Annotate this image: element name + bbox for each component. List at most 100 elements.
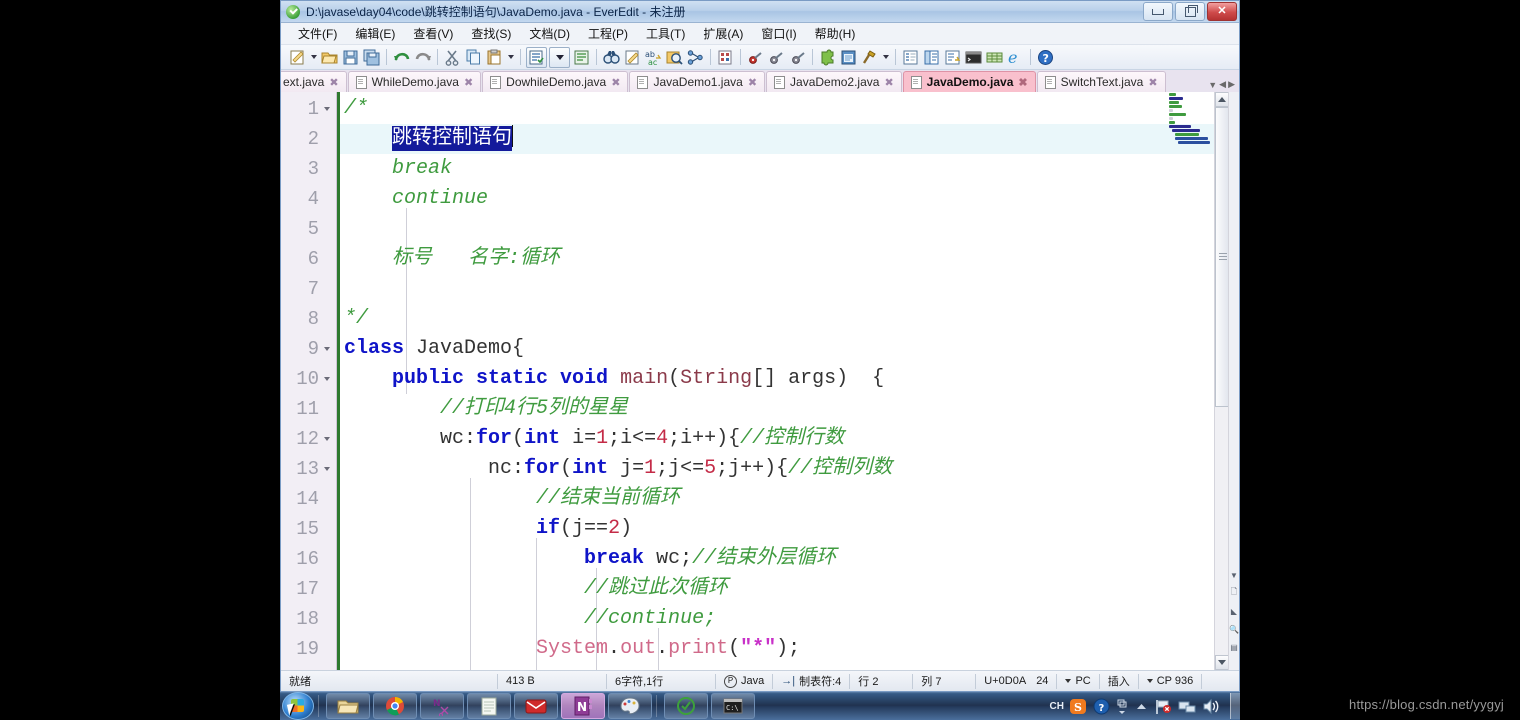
- code-line-9[interactable]: class JavaDemo{: [340, 334, 1239, 364]
- help-icon[interactable]: ?: [1093, 698, 1110, 715]
- code-canvas[interactable]: /* 跳转控制语句 break continue 标号 名字:循环 */ cla…: [340, 92, 1239, 670]
- menu-project[interactable]: 工程(P): [579, 23, 637, 44]
- menu-edit[interactable]: 编辑(E): [346, 23, 404, 44]
- tab-close-icon[interactable]: ✖: [329, 76, 338, 89]
- list-view-icon[interactable]: [526, 46, 547, 68]
- show-hidden-icon[interactable]: [1116, 698, 1129, 715]
- code-line-16[interactable]: break wc;//结束外层循环: [340, 544, 1239, 574]
- tab-close-icon[interactable]: ✖: [464, 76, 473, 89]
- menu-window[interactable]: 窗口(I): [752, 23, 805, 44]
- paste-icon[interactable]: [485, 48, 504, 67]
- tab-ext-java[interactable]: ext.java ✖: [281, 71, 347, 92]
- scroll-down-arrow-icon[interactable]: [1215, 655, 1229, 670]
- taskbar-paint[interactable]: [608, 693, 652, 719]
- sogou-icon[interactable]: S: [1070, 698, 1087, 715]
- show-hidden-arrow-icon[interactable]: [1135, 698, 1148, 715]
- project-panel-icon[interactable]: [922, 48, 941, 67]
- scrollbar-thumb[interactable]: [1215, 107, 1229, 407]
- rail-search-icon[interactable]: 🔍: [1229, 620, 1239, 638]
- menu-help[interactable]: 帮助(H): [806, 23, 865, 44]
- tab-close-icon[interactable]: ✖: [1148, 76, 1157, 89]
- plugin-puzzle-icon[interactable]: [818, 48, 837, 67]
- code-line-18[interactable]: //continue;: [340, 604, 1239, 634]
- tab-dowhiledemo-java[interactable]: DowhileDemo.java ✖: [482, 71, 629, 92]
- build-caret-icon[interactable]: [880, 48, 891, 67]
- wrap-text-icon[interactable]: [572, 48, 591, 67]
- taskbar-everedit[interactable]: [664, 693, 708, 719]
- code-line-4[interactable]: continue: [340, 184, 1239, 214]
- redo-icon[interactable]: [413, 48, 432, 67]
- code-line-13[interactable]: nc:for(int j=1;j<=5;j++){//控制列数: [340, 454, 1239, 484]
- tab-javademo2-java[interactable]: JavaDemo2.java ✖: [766, 71, 902, 92]
- status-tab-width[interactable]: →| 制表符:4: [773, 672, 849, 690]
- cut-icon[interactable]: [443, 48, 462, 67]
- rail-caret-icon[interactable]: ▼: [1229, 566, 1239, 584]
- taskbar-mail[interactable]: [514, 693, 558, 719]
- close-button[interactable]: ✕: [1207, 2, 1237, 21]
- taskbar-onenote-clip[interactable]: N: [420, 693, 464, 719]
- browser-icon[interactable]: e: [1006, 48, 1025, 67]
- tab-close-icon[interactable]: ✖: [884, 76, 893, 89]
- code-line-3[interactable]: break: [340, 154, 1239, 184]
- code-line-2[interactable]: 跳转控制语句: [340, 124, 1239, 154]
- menu-extensions[interactable]: 扩展(A): [694, 23, 752, 44]
- code-line-10[interactable]: public static void main(String[] args) {: [340, 364, 1239, 394]
- find-in-files-icon[interactable]: [665, 48, 684, 67]
- code-line-8[interactable]: */: [340, 304, 1239, 334]
- status-insert-mode[interactable]: 插入: [1100, 672, 1138, 690]
- output-panel-icon[interactable]: [943, 48, 962, 67]
- console-icon[interactable]: [964, 48, 983, 67]
- action-center-icon[interactable]: [1154, 698, 1172, 715]
- save-all-icon[interactable]: [362, 48, 381, 67]
- tab-whiledemo-java[interactable]: WhileDemo.java ✖: [347, 71, 482, 92]
- taskbar-explorer[interactable]: [326, 693, 370, 719]
- code-line-12[interactable]: wc:for(int i=1;i<=4;i++){//控制行数: [340, 424, 1239, 454]
- vertical-scrollbar[interactable]: [1214, 92, 1229, 670]
- menu-tools[interactable]: 工具(T): [637, 23, 694, 44]
- code-line-11[interactable]: //打印4行5列的星星: [340, 394, 1239, 424]
- menu-search[interactable]: 查找(S): [462, 23, 520, 44]
- fold-toggle-icon[interactable]: [321, 347, 333, 351]
- volume-icon[interactable]: [1202, 698, 1220, 715]
- code-line-1[interactable]: /*: [340, 94, 1239, 124]
- taskbar-cmd[interactable]: C:\: [711, 693, 755, 719]
- status-language[interactable]: P Java: [716, 672, 772, 690]
- taskbar-onenote[interactable]: N: [561, 693, 605, 719]
- rail-list-icon[interactable]: ▤: [1229, 638, 1239, 656]
- tab-list-icon[interactable]: ▼: [1208, 80, 1217, 90]
- tab-close-icon[interactable]: ✖: [611, 76, 620, 89]
- maximize-button[interactable]: [1175, 2, 1205, 21]
- tab-switchtext-java[interactable]: SwitchText.java ✖: [1036, 71, 1166, 92]
- help-icon[interactable]: ?: [1036, 48, 1055, 67]
- new-file-icon[interactable]: [288, 48, 307, 67]
- new-file-caret-icon[interactable]: [308, 48, 319, 67]
- replace-abc-icon[interactable]: ab ac: [644, 48, 663, 67]
- tab-close-icon[interactable]: ✖: [1018, 76, 1027, 89]
- code-line-6[interactable]: 标号 名字:循环: [340, 244, 1239, 274]
- minimize-button[interactable]: [1143, 2, 1173, 21]
- menu-document[interactable]: 文档(D): [520, 23, 579, 44]
- undo-icon[interactable]: [392, 48, 411, 67]
- code-line-17[interactable]: //跳过此次循环: [340, 574, 1239, 604]
- paste-caret-icon[interactable]: [505, 48, 516, 67]
- ime-indicator[interactable]: CH: [1050, 701, 1064, 712]
- code-line-14[interactable]: //结束当前循环: [340, 484, 1239, 514]
- status-encoding[interactable]: CP 936: [1139, 672, 1202, 690]
- menu-view[interactable]: 查看(V): [404, 23, 462, 44]
- list-caret-icon[interactable]: [549, 46, 570, 68]
- menu-file[interactable]: 文件(F): [289, 23, 346, 44]
- network-icon[interactable]: [1178, 698, 1196, 715]
- fold-toggle-icon[interactable]: [321, 437, 333, 441]
- diff-icon[interactable]: [686, 48, 705, 67]
- taskbar-notepad[interactable]: [467, 693, 511, 719]
- show-desktop-button[interactable]: [1230, 693, 1240, 719]
- edit-pencil-icon[interactable]: [623, 48, 642, 67]
- open-folder-icon[interactable]: [320, 48, 339, 67]
- tab-javademo1-java[interactable]: JavaDemo1.java ✖: [629, 71, 766, 92]
- panel-icon[interactable]: [839, 48, 858, 67]
- fold-toggle-icon[interactable]: [321, 467, 333, 471]
- code-line-15[interactable]: if(j==2): [340, 514, 1239, 544]
- code-line-7[interactable]: [340, 274, 1239, 304]
- fold-toggle-icon[interactable]: [321, 377, 333, 381]
- tab-close-icon[interactable]: ✖: [748, 76, 757, 89]
